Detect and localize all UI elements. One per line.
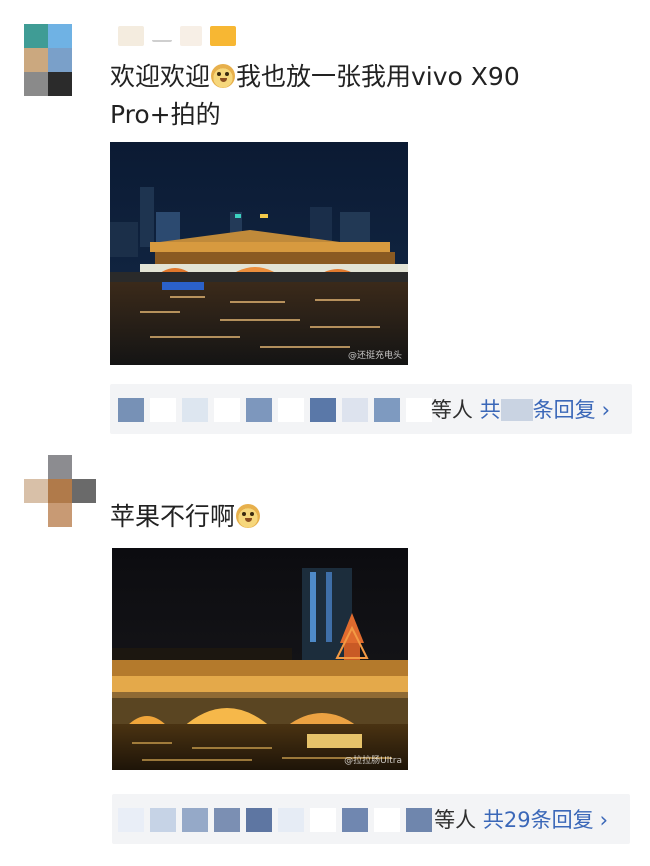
reply-summary[interactable]: 等人 共29条回复 › [434, 804, 608, 834]
reply-tail-label[interactable]: 条回复 [533, 398, 596, 422]
reply-summary[interactable]: 等人 共 条回复 › [431, 394, 610, 424]
chevron-right-icon[interactable]: › [602, 398, 610, 422]
comment-photo[interactable]: @还挺充电头 [110, 142, 408, 365]
reply-others-label: 等人 [430, 398, 473, 422]
comment-2: 苹果不行啊 @拉拉肠Ultra 等人 共29条回复 › [0, 445, 650, 866]
comment-text: 欢迎欢迎 我也放一张我用vivo X90 Pro+拍的 [110, 58, 570, 134]
comment-1: 欢迎欢迎 我也放一张我用vivo X90 Pro+拍的 @还挺充电头 等人 共 … [0, 0, 650, 445]
comment-photo[interactable]: @拉拉肠Ultra [112, 548, 408, 770]
avatar[interactable] [24, 24, 96, 96]
reply-total-label[interactable]: 共 [480, 398, 501, 422]
reply-bar[interactable]: 等人 共 条回复 › [110, 384, 632, 434]
blurred-replier-names [118, 398, 432, 422]
dog-emoji-icon [211, 64, 236, 88]
dog-emoji-icon [236, 504, 261, 528]
comment-text: 苹果不行啊 [110, 498, 570, 536]
blurred-replier-names [118, 808, 432, 832]
photo-watermark: @还挺充电头 [347, 351, 402, 361]
comment-text-start: 苹果不行啊 [110, 502, 236, 531]
chevron-right-icon[interactable]: › [600, 808, 608, 832]
blurred-reply-count [500, 399, 533, 421]
reply-others-label: 等人 [434, 808, 477, 832]
comment-text-start: 欢迎欢迎 [110, 62, 211, 91]
reply-bar[interactable]: 等人 共29条回复 › [112, 794, 630, 844]
photo-watermark: @拉拉肠Ultra [344, 756, 402, 766]
username-blurred[interactable] [118, 26, 236, 46]
reply-total-label[interactable]: 共29条回复 [483, 808, 594, 832]
avatar[interactable] [24, 455, 96, 527]
night-tower-photo [112, 548, 408, 770]
night-bridge-photo [110, 142, 408, 365]
